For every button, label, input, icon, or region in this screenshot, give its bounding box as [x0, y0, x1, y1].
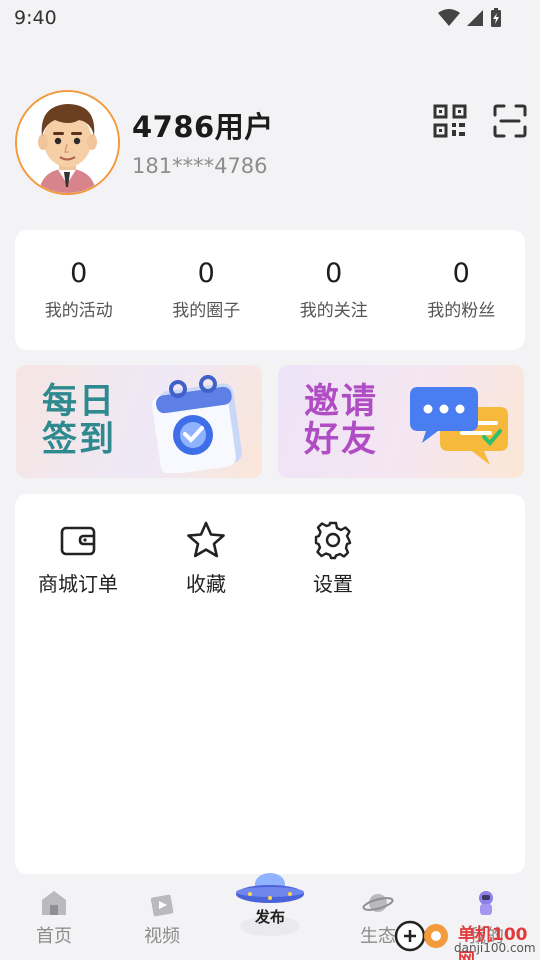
signal-icon — [467, 10, 483, 26]
invite-friends-banner[interactable]: 邀请 好友 — [278, 365, 524, 478]
daily-checkin-banner[interactable]: 每日 签到 — [16, 365, 262, 478]
stat-label: 我的活动 — [44, 301, 113, 321]
checkin-title-line2: 签到 — [42, 420, 117, 460]
phone-number: 181****4786 — [132, 154, 268, 178]
menu-item-settings[interactable]: 设置 — [278, 520, 388, 597]
stat-following[interactable]: 0 我的关注 — [270, 230, 398, 350]
video-icon — [150, 894, 174, 917]
profile-header: 4786用户 181****4786 — [15, 90, 527, 195]
tab-home[interactable]: 首页 — [14, 888, 94, 948]
watermark-logo — [394, 920, 448, 952]
menu-card: 商城订单 收藏 设置 — [15, 494, 525, 874]
checkin-title-line1: 每日 — [42, 382, 117, 422]
status-icons — [438, 8, 502, 28]
status-bar: 9:40 — [0, 0, 540, 36]
menu-item-favorites[interactable]: 收藏 — [151, 520, 261, 597]
username: 4786用户 — [132, 110, 274, 144]
chat-bubbles-icon — [410, 387, 508, 465]
stat-value: 0 — [197, 258, 215, 289]
stat-value: 0 — [325, 258, 343, 289]
calendar-icon — [152, 375, 242, 473]
qr-code-icon[interactable] — [433, 104, 467, 138]
invite-title-line1: 邀请 — [304, 382, 379, 422]
menu-item-orders[interactable]: 商城订单 — [23, 520, 133, 597]
invite-title-line2: 好友 — [304, 420, 379, 460]
battery-icon — [491, 8, 501, 27]
stat-activities[interactable]: 0 我的活动 — [15, 230, 143, 350]
avatar[interactable] — [15, 90, 120, 195]
checkin-title: 每日 签到 — [42, 383, 116, 459]
stat-value: 0 — [70, 258, 88, 289]
invite-title: 邀请 好友 — [304, 383, 378, 459]
star-icon — [187, 521, 225, 558]
tab-label: 视频 — [144, 926, 180, 947]
menu-label: 设置 — [313, 572, 353, 596]
gear-icon — [314, 521, 352, 560]
stat-label: 我的圈子 — [172, 301, 241, 321]
stat-label: 我的粉丝 — [427, 301, 496, 321]
tab-video[interactable]: 视频 — [122, 888, 202, 948]
stat-followers[interactable]: 0 我的粉丝 — [398, 230, 526, 350]
publish-label: 发布 — [254, 908, 285, 926]
tab-label: 首页 — [36, 926, 72, 947]
planet-icon — [362, 894, 394, 912]
scan-icon[interactable] — [493, 104, 527, 138]
wifi-icon — [438, 9, 460, 26]
ufo-icon — [236, 873, 304, 936]
wallet-icon — [60, 526, 96, 556]
menu-label: 商城订单 — [38, 572, 118, 596]
publish-button[interactable]: 发布 — [230, 870, 310, 940]
watermark-url: danji100.com — [454, 941, 536, 955]
menu-label: 收藏 — [186, 572, 226, 596]
home-icon — [42, 891, 66, 915]
stat-value: 0 — [452, 258, 470, 289]
status-time: 9:40 — [14, 7, 57, 29]
site-watermark: 单机100网 danji100.com — [392, 914, 538, 960]
stat-circles[interactable]: 0 我的圈子 — [143, 230, 271, 350]
avatar-illustration — [17, 92, 118, 193]
stats-card: 0 我的活动 0 我的圈子 0 我的关注 0 我的粉丝 — [15, 230, 525, 350]
stat-label: 我的关注 — [299, 301, 368, 321]
